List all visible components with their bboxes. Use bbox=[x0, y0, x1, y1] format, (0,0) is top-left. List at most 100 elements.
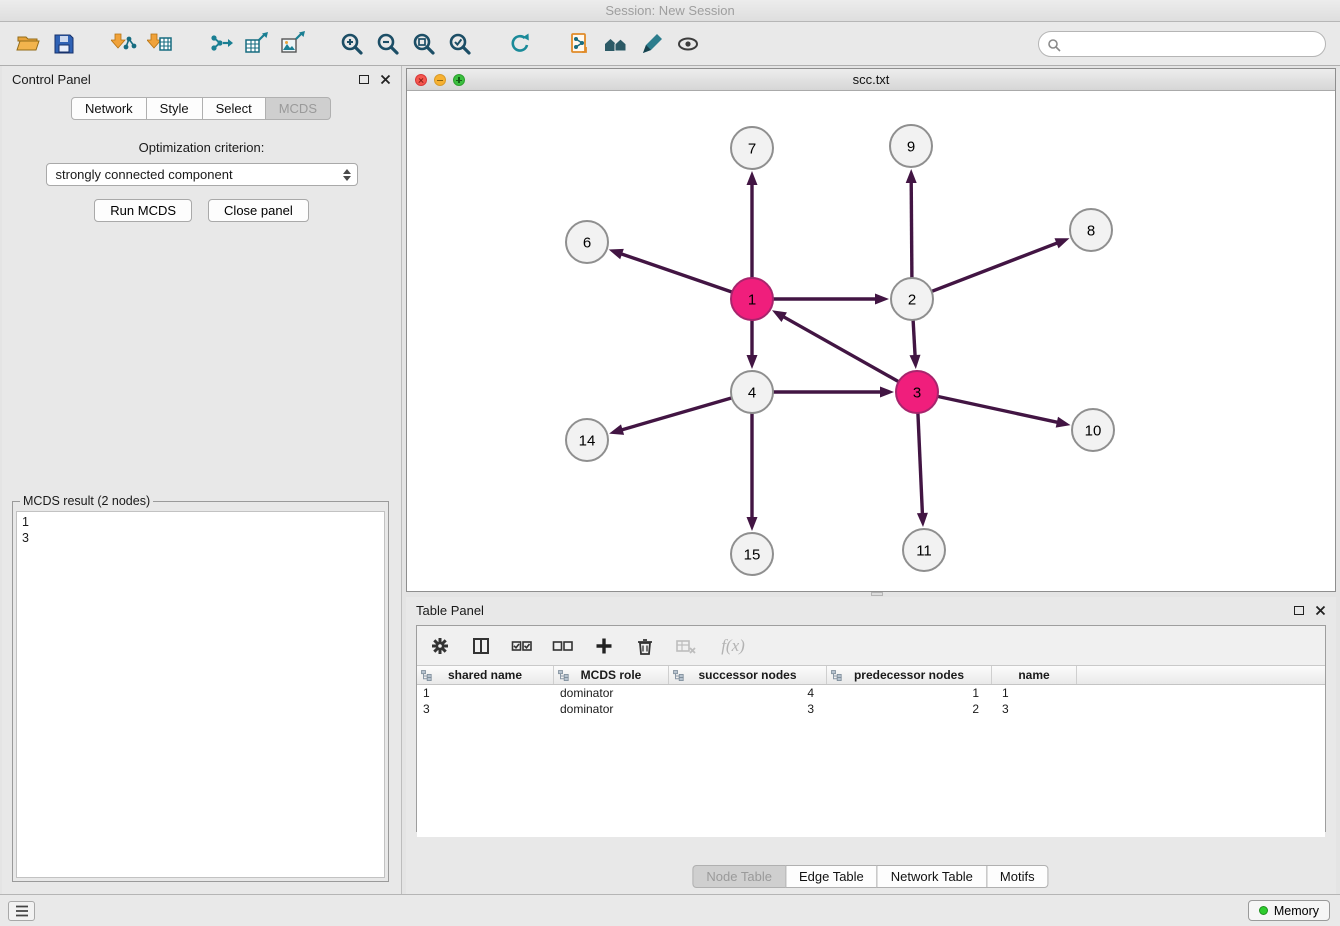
apply-style-button[interactable] bbox=[634, 26, 670, 62]
export-image-button[interactable] bbox=[274, 26, 310, 62]
table-cell-filler bbox=[1077, 685, 1325, 701]
tab-network[interactable]: Network bbox=[71, 97, 147, 120]
node-label-6: 6 bbox=[583, 234, 591, 251]
table-cell-filler bbox=[1077, 701, 1325, 717]
table-panel: Table Panel bbox=[406, 597, 1336, 894]
column-edit-icon bbox=[421, 670, 432, 681]
close-window-icon[interactable] bbox=[415, 74, 427, 86]
edge-3-to-1[interactable] bbox=[782, 316, 899, 382]
zoom-fit-button[interactable] bbox=[406, 26, 442, 62]
table-empty-area bbox=[417, 717, 1325, 837]
edge-arrowhead bbox=[880, 387, 894, 398]
clone-network-button[interactable] bbox=[562, 26, 598, 62]
node-label-14: 14 bbox=[579, 432, 596, 449]
close-table-panel-icon[interactable] bbox=[1315, 605, 1326, 616]
open-file-button[interactable] bbox=[10, 26, 46, 62]
status-bar: Memory bbox=[0, 894, 1340, 926]
delete-row-button[interactable] bbox=[634, 635, 656, 657]
edge-arrowhead bbox=[1055, 238, 1070, 248]
deselect-all-button[interactable] bbox=[552, 635, 574, 657]
float-panel-icon[interactable] bbox=[359, 75, 369, 84]
import-network-button[interactable] bbox=[106, 26, 142, 62]
table-cell: dominator bbox=[554, 685, 669, 701]
column-label: name bbox=[1018, 668, 1049, 682]
node-label-8: 8 bbox=[1087, 222, 1095, 239]
search-input[interactable] bbox=[1065, 33, 1317, 55]
edge-1-to-6[interactable] bbox=[619, 253, 732, 292]
column-header-name[interactable]: name bbox=[992, 666, 1077, 684]
save-floppy-icon bbox=[51, 31, 77, 57]
selected-criterion-value: strongly connected component bbox=[56, 167, 233, 182]
tab-edge-table[interactable]: Edge Table bbox=[785, 865, 878, 888]
delete-table-icon bbox=[675, 636, 697, 656]
table-row[interactable]: 1dominator411 bbox=[417, 685, 1325, 701]
column-header-successor-nodes[interactable]: successor nodes bbox=[669, 666, 827, 684]
column-header-predecessor-nodes[interactable]: predecessor nodes bbox=[827, 666, 992, 684]
table-cell: 2 bbox=[827, 701, 992, 717]
zoom-window-icon[interactable] bbox=[453, 74, 465, 86]
zoom-selected-button[interactable] bbox=[442, 26, 478, 62]
select-all-button[interactable] bbox=[511, 635, 533, 657]
delete-table-button[interactable] bbox=[675, 635, 697, 657]
function-builder-button[interactable]: f(x) bbox=[716, 635, 750, 657]
node-label-10: 10 bbox=[1085, 422, 1102, 439]
zoom-selected-icon bbox=[447, 31, 473, 57]
task-history-button[interactable] bbox=[8, 901, 35, 921]
table-header-row: shared name MCDS role successor bbox=[417, 666, 1325, 685]
open-folder-icon bbox=[15, 31, 41, 57]
edge-4-to-14[interactable] bbox=[620, 398, 732, 431]
cyndex-home-button[interactable] bbox=[598, 26, 634, 62]
column-label: predecessor nodes bbox=[854, 668, 964, 682]
edge-2-to-9[interactable] bbox=[911, 180, 912, 278]
window-title: Session: New Session bbox=[605, 3, 734, 18]
zoom-out-icon bbox=[375, 31, 401, 57]
float-table-panel-icon[interactable] bbox=[1294, 606, 1304, 615]
node-table-card: f(x) shared name MCDS bbox=[416, 625, 1326, 832]
tab-motifs[interactable]: Motifs bbox=[986, 865, 1049, 888]
close-panel-button[interactable]: Close panel bbox=[208, 199, 309, 222]
edge-arrowhead bbox=[917, 513, 928, 527]
edge-2-to-3[interactable] bbox=[913, 320, 915, 358]
close-panel-icon[interactable] bbox=[380, 74, 391, 85]
tab-select[interactable]: Select bbox=[202, 97, 266, 120]
splitter-handle[interactable] bbox=[871, 592, 883, 596]
edge-arrowhead bbox=[910, 355, 921, 369]
clone-network-icon bbox=[567, 31, 593, 57]
zoom-out-button[interactable] bbox=[370, 26, 406, 62]
column-header-mcds-role[interactable]: MCDS role bbox=[554, 666, 669, 684]
panel-layout-button[interactable] bbox=[470, 635, 492, 657]
column-header-shared-name[interactable]: shared name bbox=[417, 666, 554, 684]
refresh-view-button[interactable] bbox=[502, 26, 538, 62]
save-session-button[interactable] bbox=[46, 26, 82, 62]
optimization-criterion-select[interactable]: strongly connected component bbox=[46, 163, 358, 186]
table-row[interactable]: 3dominator323 bbox=[417, 701, 1325, 717]
add-row-button[interactable] bbox=[593, 635, 615, 657]
export-table-button[interactable] bbox=[238, 26, 274, 62]
tab-node-table[interactable]: Node Table bbox=[692, 865, 786, 888]
gear-icon bbox=[430, 636, 450, 656]
mcds-result-group: MCDS result (2 nodes) 1 3 bbox=[12, 494, 389, 882]
edge-3-to-10[interactable] bbox=[938, 396, 1060, 422]
mcds-result-text[interactable]: 1 3 bbox=[16, 511, 385, 878]
tab-mcds[interactable]: MCDS bbox=[265, 97, 331, 120]
network-canvas[interactable]: 7968124314101511 bbox=[407, 91, 1335, 591]
edge-arrowhead bbox=[609, 424, 624, 435]
tab-style[interactable]: Style bbox=[146, 97, 203, 120]
export-network-button[interactable] bbox=[202, 26, 238, 62]
memory-button[interactable]: Memory bbox=[1248, 900, 1330, 921]
column-settings-button[interactable] bbox=[429, 635, 451, 657]
network-window-titlebar: scc.txt bbox=[407, 69, 1335, 91]
node-label-11: 11 bbox=[916, 542, 932, 559]
import-table-button[interactable] bbox=[142, 26, 178, 62]
tab-network-table[interactable]: Network Table bbox=[877, 865, 987, 888]
minimize-window-icon[interactable] bbox=[434, 74, 446, 86]
import-network-icon bbox=[111, 31, 137, 57]
export-table-icon bbox=[243, 31, 269, 57]
run-mcds-button[interactable]: Run MCDS bbox=[94, 199, 192, 222]
zoom-in-button[interactable] bbox=[334, 26, 370, 62]
table-body: 1dominator4113dominator323 bbox=[417, 685, 1325, 717]
show-hide-panel-button[interactable] bbox=[670, 26, 706, 62]
edge-2-to-8[interactable] bbox=[932, 242, 1060, 291]
edge-arrowhead bbox=[772, 310, 787, 322]
edge-3-to-11[interactable] bbox=[918, 413, 923, 516]
